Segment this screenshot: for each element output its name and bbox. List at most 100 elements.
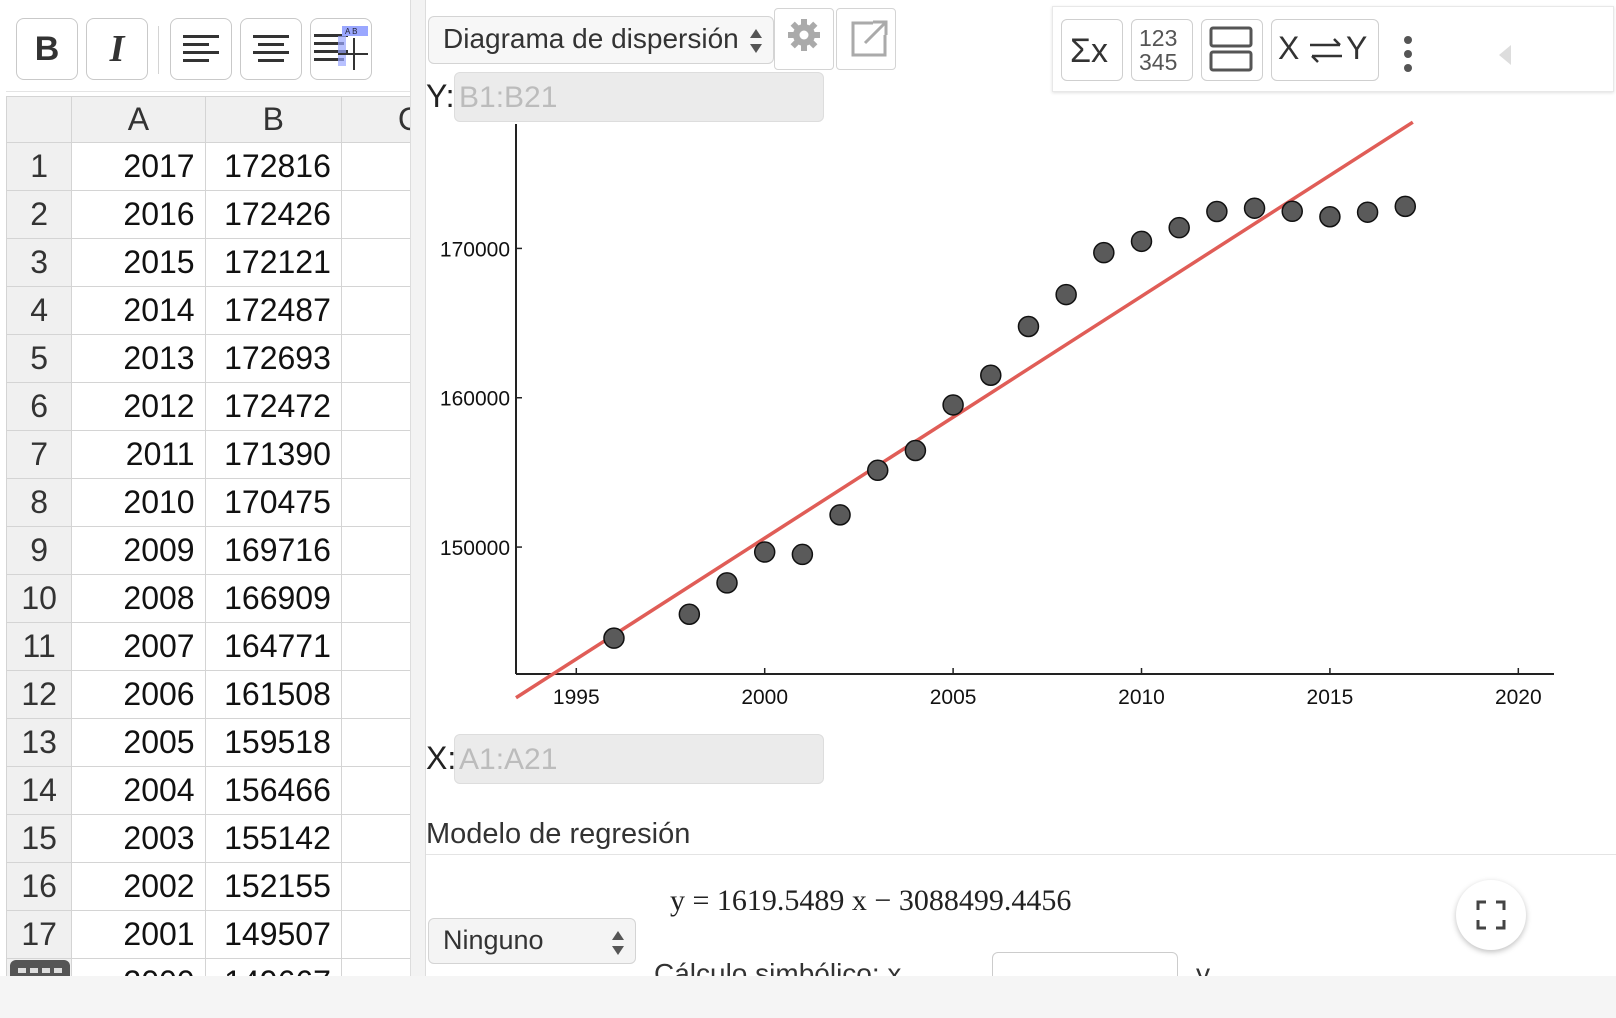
table-row: 1 2017 172816 [5, 142, 423, 191]
cell-a[interactable]: 2014 [71, 286, 206, 335]
swap-xy-button[interactable]: X Y [1271, 19, 1379, 81]
row-header[interactable]: 13 [5, 718, 73, 767]
data-point [1017, 315, 1040, 338]
insert-table-button[interactable]: A B [310, 18, 372, 80]
cell-b[interactable]: 155142 [204, 814, 342, 863]
regression-model-select[interactable]: Ninguno [428, 918, 636, 964]
cell-a[interactable]: 2008 [71, 574, 206, 623]
row-header[interactable]: 11 [5, 622, 73, 671]
row-header[interactable]: 10 [5, 574, 73, 623]
cell-b[interactable]: 161508 [204, 670, 342, 719]
data-point [1130, 230, 1153, 253]
analysis-toolbar: Σx 123 345 X Y [1052, 6, 1614, 92]
data-point [716, 572, 738, 594]
italic-button[interactable]: I [86, 18, 148, 80]
row-header[interactable]: 1 [5, 142, 73, 191]
cell-b[interactable]: 152155 [204, 862, 342, 911]
cell-a[interactable]: 2016 [71, 190, 206, 239]
row-header[interactable]: 16 [5, 862, 73, 911]
data-point [942, 394, 964, 416]
more-options-button[interactable] [1403, 35, 1413, 75]
cell-a[interactable]: 2015 [71, 238, 206, 287]
row-header[interactable]: 9 [5, 526, 73, 575]
cell-a[interactable]: 2013 [71, 334, 206, 383]
two-panels-button[interactable] [1201, 19, 1263, 81]
table-row: 8 2010 170475 [5, 478, 423, 527]
cell-a[interactable]: 2004 [71, 766, 206, 815]
scatter-plot[interactable]: 1995 2000 2005 2010 2015 2020 150000 160000 1700… [426, 90, 1616, 730]
x-range-input[interactable]: A1:A21 [454, 734, 824, 784]
cell-b[interactable]: 172426 [204, 190, 342, 239]
row-header[interactable]: 15 [5, 814, 73, 863]
row-header[interactable]: 4 [5, 286, 73, 335]
row-header[interactable]: 8 [5, 478, 73, 527]
cell-a[interactable]: 2017 [71, 142, 206, 191]
toolbar-separator [158, 26, 159, 74]
cell-b[interactable]: 164771 [204, 622, 342, 671]
cell-a[interactable]: 2007 [71, 622, 206, 671]
row-header[interactable]: 6 [5, 382, 73, 431]
cell-a[interactable]: 2001 [71, 910, 206, 959]
corner-cell[interactable] [5, 96, 73, 143]
settings-button[interactable] [774, 8, 834, 70]
cell-a[interactable]: 2005 [71, 718, 206, 767]
model-divider [426, 854, 1616, 855]
gear-icon [788, 19, 820, 51]
row-header[interactable]: 3 [5, 238, 73, 287]
cell-b[interactable]: 149507 [204, 910, 342, 959]
cell-b[interactable]: 172121 [204, 238, 342, 287]
fullscreen-button[interactable] [1456, 880, 1526, 950]
row-header[interactable]: 2 [5, 190, 73, 239]
data-point [1356, 201, 1379, 223]
column-header-b[interactable]: B [204, 96, 342, 143]
insert-table-icon: A B [314, 26, 368, 70]
swap-icon [1310, 38, 1342, 63]
cell-a[interactable]: 2006 [71, 670, 206, 719]
plot-type-select[interactable]: Diagrama de dispersión [428, 16, 774, 64]
show-data-button[interactable]: 123 345 [1131, 19, 1193, 81]
cell-b[interactable]: 159518 [204, 718, 342, 767]
cell-b[interactable]: 172693 [204, 334, 342, 383]
data-point [678, 603, 701, 626]
data-point [1168, 216, 1190, 239]
collapse-toolbar-button[interactable] [1495, 43, 1515, 67]
table-row: 14 2004 156466 [5, 766, 423, 815]
column-header-a[interactable]: A [71, 96, 206, 143]
cell-b[interactable]: 172816 [204, 142, 342, 191]
cell-a[interactable]: 2011 [71, 430, 206, 479]
cell-b[interactable]: 170475 [204, 478, 342, 527]
cell-a[interactable]: 2002 [71, 862, 206, 911]
cell-b[interactable]: 156466 [204, 766, 342, 815]
format-toolbar: B I A B [6, 6, 416, 92]
table-row: 13 2005 159518 [5, 718, 423, 767]
table-row: 5 2013 172693 [5, 334, 423, 383]
data-point [904, 439, 927, 462]
cell-a[interactable]: 2003 [71, 814, 206, 863]
two-panels-icon [1209, 26, 1253, 72]
cell-b[interactable]: 166909 [204, 574, 342, 623]
row-header[interactable]: 7 [5, 430, 73, 479]
cell-b[interactable]: 172472 [204, 382, 342, 431]
bottom-bar [0, 976, 1616, 1018]
export-button[interactable] [836, 8, 896, 70]
cell-b[interactable]: 169716 [204, 526, 342, 575]
row-header[interactable]: 5 [5, 334, 73, 383]
cell-a[interactable]: 2009 [71, 526, 206, 575]
row-header[interactable]: 12 [5, 670, 73, 719]
x-tick-label: 1995 [553, 686, 600, 709]
row-header[interactable]: 17 [5, 910, 73, 959]
fullscreen-icon [1476, 900, 1506, 930]
row-header[interactable]: 14 [5, 766, 73, 815]
x-tick-label: 2005 [930, 686, 977, 709]
panel-divider[interactable] [410, 0, 426, 1006]
align-left-button[interactable] [170, 18, 232, 80]
align-center-button[interactable] [240, 18, 302, 80]
bold-button[interactable]: B [16, 18, 78, 80]
cell-a[interactable]: 2010 [71, 478, 206, 527]
cell-b[interactable]: 172487 [204, 286, 342, 335]
cell-b[interactable]: 171390 [204, 430, 342, 479]
spreadsheet-grid[interactable]: A B C 1201717281622016172426320151721214… [5, 96, 423, 1006]
statistics-button[interactable]: Σx [1061, 19, 1123, 81]
cell-a[interactable]: 2012 [71, 382, 206, 431]
x-tick-label: 2010 [1118, 686, 1165, 709]
